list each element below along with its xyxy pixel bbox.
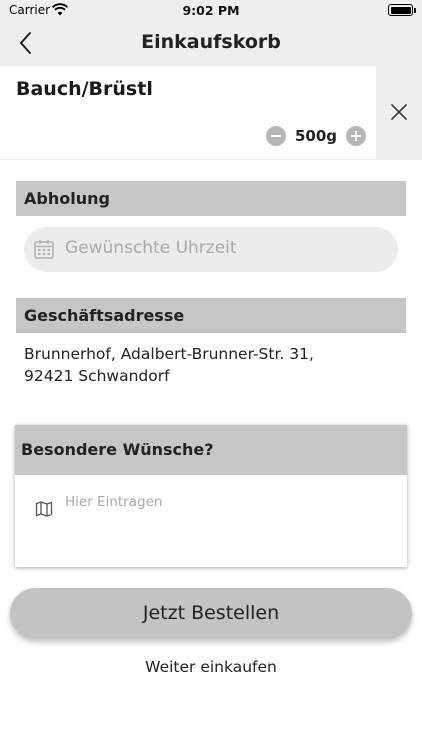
pickup-section-header: Abholung [16, 181, 406, 216]
continue-shopping-link[interactable]: Weiter einkaufen [0, 658, 422, 676]
address-line-2: 92421 Schwandorf [24, 367, 170, 385]
quantity-value: 500g [295, 127, 338, 145]
remove-item-button[interactable] [376, 66, 422, 159]
calendar-icon [34, 240, 54, 259]
special-wishes-input[interactable]: Hier Eintragen [65, 494, 162, 510]
address-section-header: Geschäftsadresse [16, 298, 406, 333]
page-title: Einkaufskorb [141, 31, 281, 53]
status-time: 9:02 PM [182, 3, 240, 18]
address-line-1: Brunnerhof, Adalbert-Brunner-Str. 31, [24, 345, 314, 363]
quantity-stepper: 500g [266, 125, 367, 147]
cart-item-row: Bauch/Brüstl 500g [0, 66, 422, 160]
business-address: Brunnerhof, Adalbert-Brunner-Str. 31, 92… [24, 343, 314, 387]
special-wishes-card: Besondere Wünsche? Hier Eintragen [15, 425, 407, 567]
order-now-button[interactable]: Jetzt Bestellen [10, 588, 412, 639]
map-icon [35, 501, 53, 517]
pickup-time-placeholder: Gewünschte Uhrzeit [65, 238, 237, 258]
increase-quantity-button[interactable] [346, 126, 367, 146]
navigation-bar: Einkaufskorb [0, 20, 422, 66]
special-wishes-header: Besondere Wünsche? [15, 425, 407, 475]
battery-icon [388, 4, 416, 16]
close-icon [391, 104, 407, 120]
decrease-quantity-button[interactable] [266, 126, 286, 146]
status-bar: Carrier 9:02 PM [0, 0, 422, 20]
cart-item-name: Bauch/Brüstl [16, 78, 153, 100]
pickup-time-input[interactable]: Gewünschte Uhrzeit [24, 227, 398, 272]
